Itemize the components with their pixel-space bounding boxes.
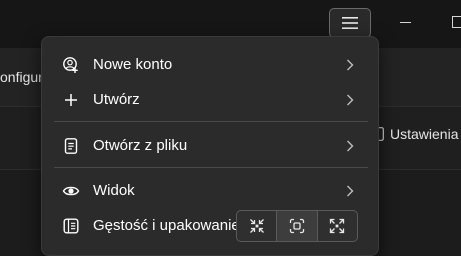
background-label: onfigur [0, 69, 43, 85]
add-account-icon [63, 57, 78, 73]
focus-frame-icon [289, 218, 305, 234]
menu-item-label: Otwórz z pliku [93, 137, 188, 154]
menu-separator [54, 121, 368, 122]
menu-item-open-from-file[interactable]: Otwórz z pliku [50, 129, 370, 163]
chevron-right-icon [347, 94, 354, 106]
menu-item-new-account[interactable]: Nowe konto [50, 48, 370, 82]
hamburger-icon [342, 17, 358, 29]
app-menu-dropdown: Nowe konto Utwórz Otwórz z pliku Widok G… [41, 36, 379, 256]
menu-separator [54, 167, 368, 168]
menu-item-view[interactable]: Widok [50, 174, 370, 208]
density-segmented-control [236, 210, 358, 242]
minimize-button[interactable] [400, 22, 411, 23]
density-relaxed-button[interactable] [318, 211, 357, 241]
file-icon [64, 138, 78, 154]
chevron-right-icon [347, 59, 354, 71]
compress-icon [249, 219, 264, 233]
density-compact-button[interactable] [237, 211, 278, 241]
menu-item-label: Nowe konto [93, 56, 173, 73]
menu-item-label: Gęstość i upakowanie [93, 217, 240, 234]
app-menu-button[interactable] [329, 8, 371, 38]
plus-icon [65, 94, 77, 106]
density-icon [63, 218, 79, 234]
maximize-button[interactable] [452, 16, 461, 28]
menu-item-label: Widok [93, 182, 135, 199]
settings-tab[interactable]: Ustawienia [374, 126, 458, 142]
eye-icon [62, 186, 80, 196]
settings-tab-label: Ustawienia [390, 126, 459, 142]
expand-icon [330, 218, 345, 234]
menu-item-create[interactable]: Utwórz [50, 83, 370, 117]
chevron-right-icon [347, 140, 354, 152]
density-default-button[interactable] [277, 211, 318, 241]
menu-item-label: Utwórz [93, 91, 140, 108]
chevron-right-icon [347, 185, 354, 197]
